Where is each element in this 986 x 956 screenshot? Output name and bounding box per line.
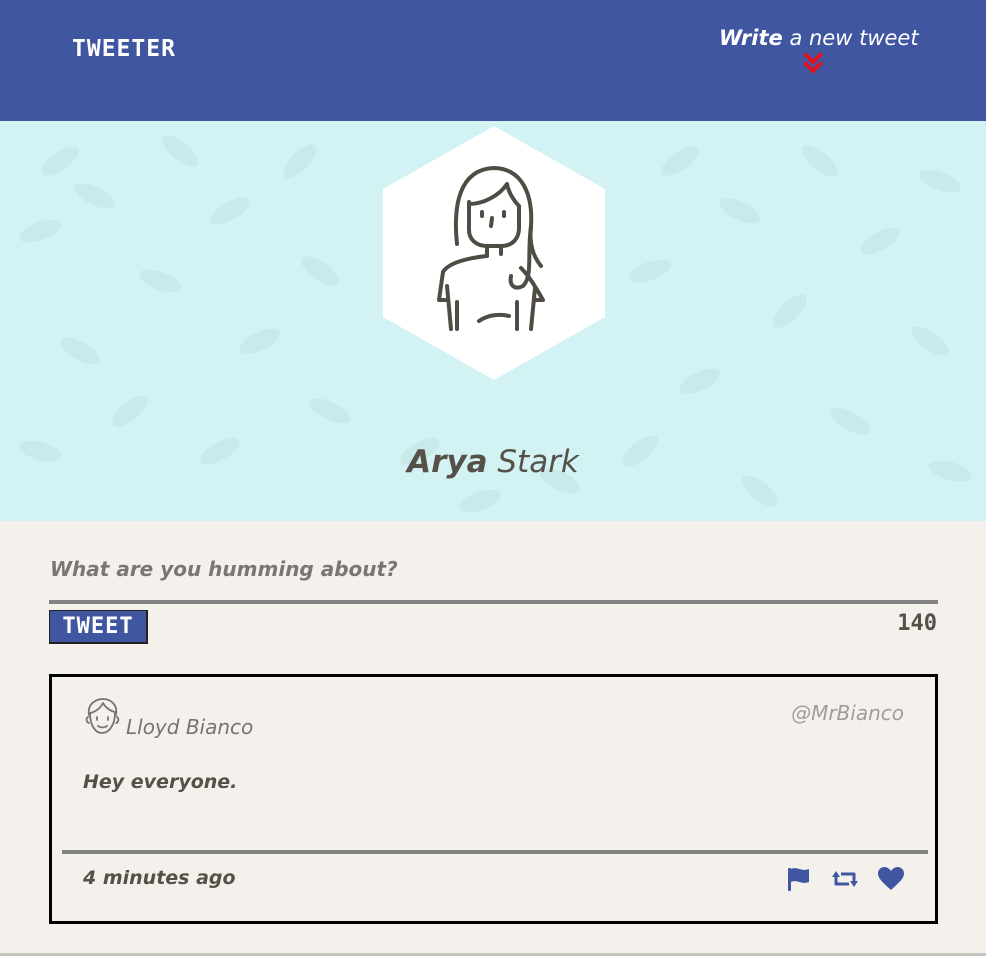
tweet-button[interactable]: TWEET <box>49 610 148 644</box>
boy-avatar-icon <box>85 698 120 734</box>
tweet-card: Lloyd Bianco @MrBianco Hey everyone. 4 m… <box>49 674 938 924</box>
double-chevron-down-icon[interactable] <box>803 53 823 77</box>
profile-header: Arya Stark <box>0 121 986 521</box>
profile-name: Arya Stark <box>0 444 986 480</box>
write-new-tweet-link[interactable]: Write a new tweet <box>719 26 919 50</box>
new-tweet-input[interactable] <box>50 543 936 595</box>
profile-first-name: Arya <box>407 444 488 480</box>
girl-avatar-icon <box>383 126 605 380</box>
compose-divider <box>49 600 938 604</box>
tweet-content: Hey everyone. <box>83 771 238 793</box>
flag-icon[interactable] <box>785 866 813 892</box>
compose-bold-label: Write <box>719 26 783 50</box>
profile-last-name: Stark <box>497 444 579 480</box>
tweet-author-handle: @MrBianco <box>791 701 904 725</box>
tweet-divider <box>62 850 928 854</box>
retweet-icon[interactable] <box>831 866 859 892</box>
tweet-timestamp: 4 minutes ago <box>83 867 236 889</box>
top-nav: TWEETER Write a new tweet <box>0 0 986 121</box>
char-counter: 140 <box>897 611 937 636</box>
compose-rest-label: a new tweet <box>782 26 919 50</box>
brand-logo: TWEETER <box>72 36 176 62</box>
heart-icon[interactable] <box>877 866 905 892</box>
tweet-author-name: Lloyd Bianco <box>126 715 254 739</box>
tweet-actions <box>785 866 905 892</box>
